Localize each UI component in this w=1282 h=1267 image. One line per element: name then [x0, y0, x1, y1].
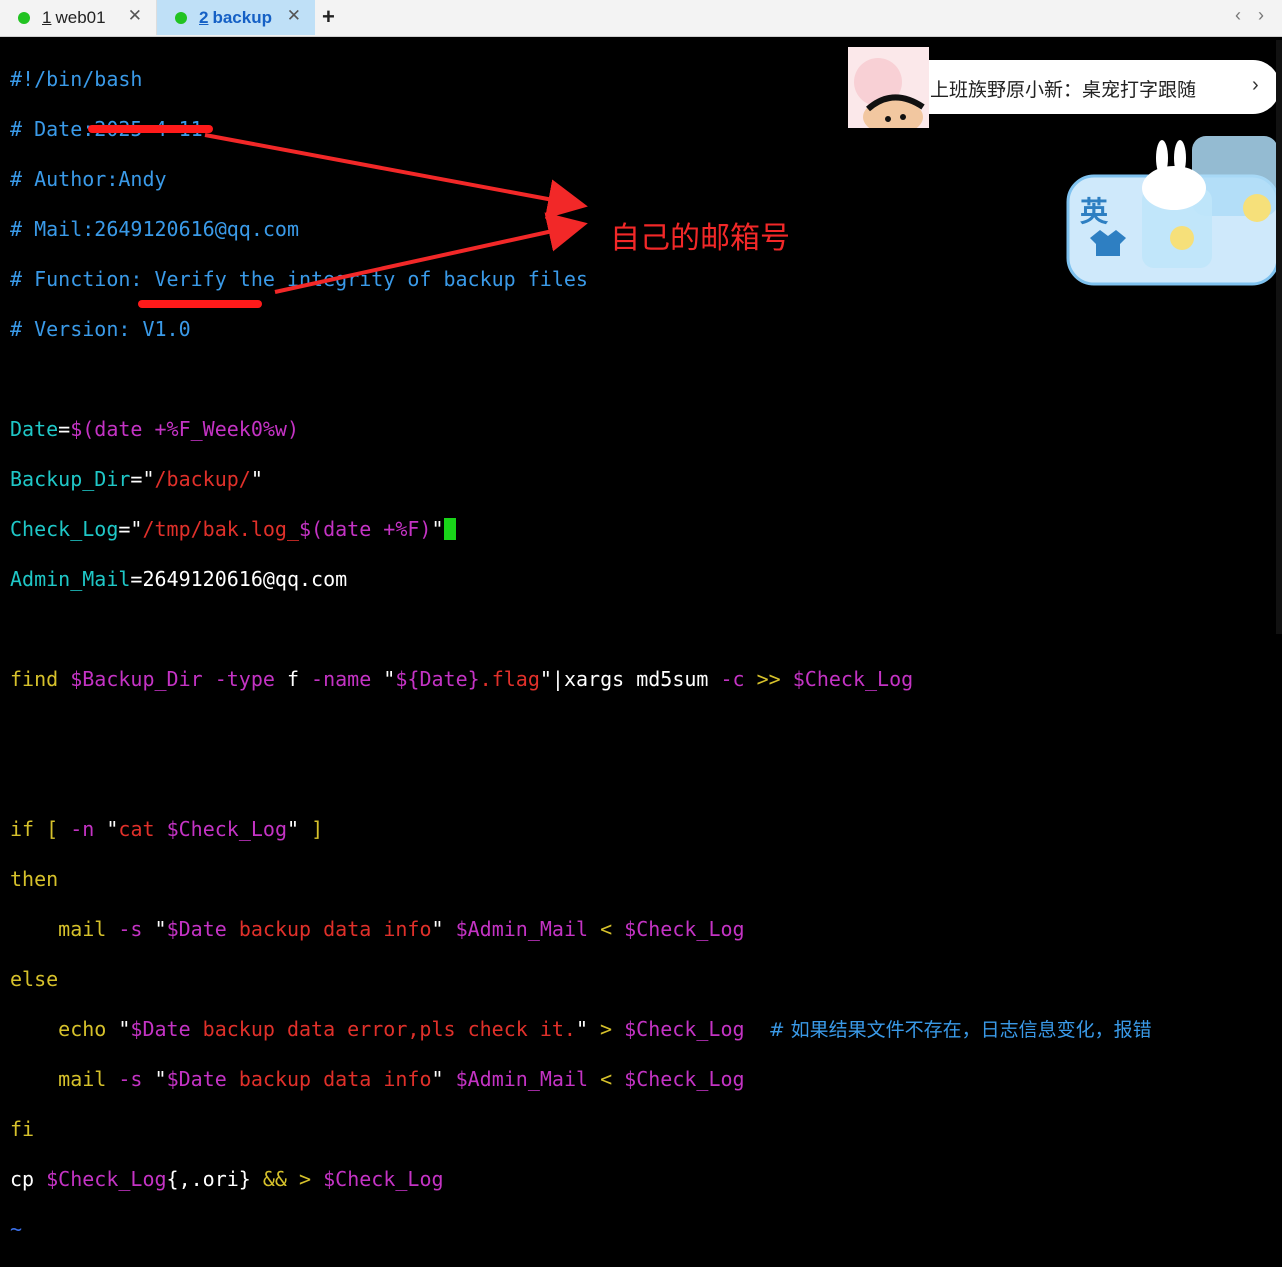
code-token: $Check_Log	[46, 1167, 167, 1191]
code-token: cp	[10, 1167, 47, 1191]
code-token: -s	[118, 917, 143, 941]
code-line: cp $Check_Log{,.ori} && > $Check_Log	[10, 1167, 1275, 1192]
desktop-pet-avatar	[848, 47, 929, 128]
code-token: <	[588, 917, 625, 941]
chevron-right-icon[interactable]: ›	[1252, 74, 1259, 97]
code-token: $Admin_Mail	[443, 917, 589, 941]
tilde-line: ~	[10, 1217, 23, 1241]
code-token: "	[539, 667, 552, 691]
code-token: "	[431, 917, 444, 941]
code-token: $Check_Log	[323, 1167, 444, 1191]
code-token: "	[142, 1067, 167, 1091]
code-token: $Check_Log	[624, 1067, 745, 1091]
code-token: >>	[744, 667, 793, 691]
code-token: "	[431, 1067, 444, 1091]
code-token: <	[588, 1067, 625, 1091]
code-token: backup data info	[226, 917, 432, 941]
code-token: [	[34, 817, 71, 841]
code-token: find	[10, 667, 71, 691]
code-token: if	[10, 817, 35, 841]
code-token: -type	[202, 667, 275, 691]
code-line: then	[10, 867, 59, 891]
code-line: else	[10, 967, 59, 991]
code-token: f	[274, 667, 312, 691]
arrow-icon	[204, 133, 588, 219]
code-token: "	[142, 917, 167, 941]
code-token: ]	[299, 817, 324, 841]
code-token: -s	[118, 1067, 143, 1091]
code-token: "	[575, 1017, 588, 1041]
code-token: $Check_Log	[166, 817, 287, 841]
code-line: fi	[10, 1117, 35, 1141]
code-token: $Check_Log	[624, 917, 745, 941]
code-token: "	[94, 817, 119, 841]
code-token: -name	[311, 667, 372, 691]
code-token: >	[588, 1017, 625, 1041]
popup-text: 上班族野原小新：桌宠打字跟随	[930, 79, 1197, 101]
code-line: if [ -n "cat $Check_Log" ]	[10, 817, 1275, 842]
arrow-icon	[274, 212, 588, 294]
code-token: $Check_Log	[792, 667, 914, 691]
code-line: mail -s "$Date backup data info" $Admin_…	[10, 1067, 1275, 1092]
code-token: .flag	[479, 667, 540, 691]
code-token: $Date	[166, 917, 227, 941]
code-token: echo	[10, 1017, 119, 1041]
code-token: -n	[70, 817, 95, 841]
code-token: $Backup_Dir	[70, 667, 203, 691]
code-token: "	[287, 817, 300, 841]
scrollbar[interactable]	[1276, 40, 1282, 634]
code-token: |xargs md5sum	[551, 667, 721, 691]
code-token: -c	[720, 667, 745, 691]
code-token: backup data info	[226, 1067, 432, 1091]
code-token: >	[299, 1167, 324, 1191]
code-line: mail -s "$Date backup data info" $Admin_…	[10, 917, 1275, 942]
code-token: mail	[10, 917, 119, 941]
code-token: $Admin_Mail	[443, 1067, 589, 1091]
code-token: ${Date}	[395, 667, 480, 691]
code-token: cat	[118, 817, 167, 841]
code-comment: # 如果结果文件不存在，日志信息变化，报错	[744, 1019, 1152, 1041]
code-token: $Date	[166, 1067, 227, 1091]
code-token: backup data error,pls check it.	[190, 1017, 576, 1041]
code-token: "	[371, 667, 396, 691]
code-token: $Date	[130, 1017, 191, 1041]
ime-language-label: 英	[1080, 195, 1109, 228]
code-token: {,.ori}	[166, 1167, 251, 1191]
code-line: echo "$Date backup data error,pls check …	[10, 1017, 1275, 1042]
annotation-label: 自己的邮箱号	[610, 221, 790, 256]
code-token: "	[118, 1017, 131, 1041]
code-line: find $Backup_Dir -type f -name "${Date}.…	[10, 667, 1275, 692]
code-token: mail	[10, 1067, 119, 1091]
code-token: &&	[250, 1167, 300, 1191]
code-token: $Check_Log	[624, 1017, 745, 1041]
